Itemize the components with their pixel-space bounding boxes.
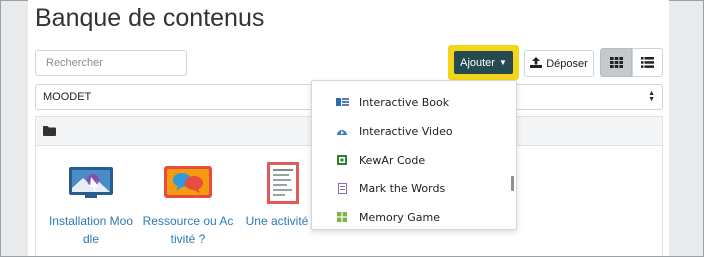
add-button-label: Ajouter (460, 56, 495, 69)
upload-icon (530, 56, 543, 71)
add-button[interactable]: Ajouter ▼ (454, 51, 513, 74)
menu-scrollbar[interactable] (511, 176, 514, 191)
video-icon (335, 125, 349, 137)
grid-view-button[interactable] (600, 48, 632, 77)
file-name-line: Une activité H (245, 214, 321, 228)
installation-thumbnail-icon (69, 167, 113, 198)
menu-item-interactive-video[interactable]: Interactive Video (312, 120, 512, 142)
menu-item-label: Mark the Words (359, 181, 446, 195)
list-icon (641, 57, 654, 68)
menu-item-memory-game[interactable]: Memory Game (312, 206, 512, 228)
menu-item-label: Interactive Video (359, 124, 453, 138)
menu-item-kewar-code[interactable]: KewAr Code (312, 149, 512, 171)
menu-item-label: Interactive Book (359, 95, 450, 109)
file-name-line: tivité ? (170, 232, 206, 246)
folder-icon[interactable] (43, 126, 56, 136)
mark-words-icon (335, 182, 349, 194)
file-name[interactable]: Ressource ou Ac tivité ? (142, 212, 234, 248)
search-input[interactable] (35, 50, 187, 76)
resource-thumbnail-icon (164, 166, 212, 198)
page-title: Banque de contenus (35, 4, 265, 32)
add-dropdown-menu: Interactive Book Interactive Video KewAr… (311, 80, 517, 230)
menu-item-label: Memory Game (359, 210, 440, 224)
qr-code-icon (335, 154, 349, 166)
add-button-highlight: Ajouter ▼ (448, 45, 519, 80)
file-name-line: dle (82, 232, 99, 246)
list-view-button[interactable] (632, 48, 663, 77)
upload-button[interactable]: Déposer (524, 50, 594, 77)
file-name[interactable]: Installation Moo dle (45, 212, 137, 248)
upload-label: Déposer (546, 57, 588, 70)
grid-icon (609, 57, 623, 68)
file-name-line: Installation Moo (48, 214, 134, 228)
memory-game-icon (335, 211, 349, 223)
menu-item-mark-the-words[interactable]: Mark the Words (312, 177, 512, 199)
book-icon (335, 96, 349, 108)
file-name-line: Ressource ou Ac (142, 214, 234, 228)
menu-item-label: KewAr Code (359, 153, 426, 167)
select-arrows-icon: ▲ ▼ (648, 90, 655, 103)
chevron-down-icon: ▼ (498, 57, 507, 67)
context-select-value: MOODET (43, 91, 92, 103)
menu-item-interactive-book[interactable]: Interactive Book (312, 91, 512, 113)
